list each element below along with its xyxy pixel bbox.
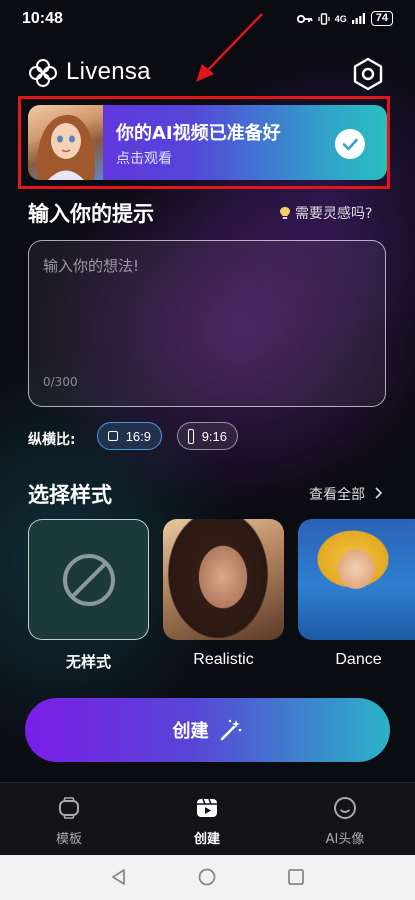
view-all-label: 查看全部 — [309, 487, 365, 503]
view-all-link[interactable]: 查看全部 — [309, 484, 383, 504]
recents-icon[interactable] — [286, 867, 306, 887]
bottom-nav: 模板 创建 AI头像 — [0, 782, 415, 856]
watch-icon — [59, 797, 79, 819]
aspect-9-16-button[interactable]: 9:16 — [177, 422, 238, 450]
style-card-dance[interactable] — [298, 519, 415, 640]
key-icon — [296, 14, 313, 23]
style-label-none: 无样式 — [65, 653, 111, 671]
home-icon[interactable] — [197, 867, 217, 887]
nav-item-create[interactable]: 创建 — [138, 783, 276, 856]
prompt-section-title: 输入你的提示 — [28, 202, 154, 226]
style-section-title: 选择样式 — [28, 483, 112, 507]
smiley-face-icon — [334, 797, 356, 819]
style-label-dance: Dance — [335, 651, 382, 668]
aspect-16-9-button[interactable]: 16:9 — [97, 422, 162, 450]
style-card-realistic[interactable] — [163, 519, 284, 640]
create-button-label: 创建 — [172, 721, 209, 742]
nav-label-create: 创建 — [193, 832, 220, 847]
settings-icon[interactable] — [350, 56, 386, 92]
nav-label-templates: 模板 — [55, 832, 82, 847]
prompt-input[interactable]: 输入你的想法! 0/300 — [28, 240, 386, 407]
inspiration-label: 需要灵感吗? — [295, 206, 373, 222]
nav-label-ai-avatar: AI头像 — [325, 832, 365, 847]
nav-item-ai-avatar[interactable]: AI头像 — [276, 783, 414, 856]
create-button[interactable]: 创建 — [25, 698, 390, 762]
aspect-9-16-label: 9:16 — [201, 428, 227, 444]
char-counter: 0/300 — [43, 375, 78, 389]
aspect-ratio-label: 纵横比: — [28, 432, 76, 448]
vibrate-icon — [318, 12, 330, 25]
magic-wand-icon — [220, 719, 241, 741]
prompt-placeholder: 输入你的想法! — [43, 257, 140, 275]
style-card-none[interactable] — [28, 519, 149, 640]
lightbulb-icon — [280, 207, 290, 219]
no-style-icon — [63, 554, 115, 606]
back-icon[interactable] — [109, 867, 129, 887]
system-nav-bar — [0, 855, 415, 900]
battery-indicator: 74 — [370, 11, 393, 26]
app-title: Livensa — [66, 58, 151, 85]
portrait-icon — [188, 428, 194, 444]
signal-icon — [351, 13, 365, 24]
status-time: 10:48 — [22, 10, 63, 27]
network-label: 4G — [334, 13, 347, 24]
nav-item-templates[interactable]: 模板 — [0, 783, 138, 856]
inspiration-link[interactable]: 需要灵感吗? — [279, 203, 372, 223]
highlight-box — [18, 96, 390, 189]
style-label-realistic: Realistic — [193, 651, 254, 668]
annotation-arrow — [196, 13, 263, 82]
livensa-logo-icon — [29, 59, 57, 87]
chevron-right-icon — [375, 487, 383, 499]
aspect-16-9-label: 16:9 — [125, 428, 151, 444]
video-create-icon — [197, 798, 217, 817]
status-icons: 4G 74 — [296, 11, 393, 26]
landscape-icon — [108, 431, 118, 441]
